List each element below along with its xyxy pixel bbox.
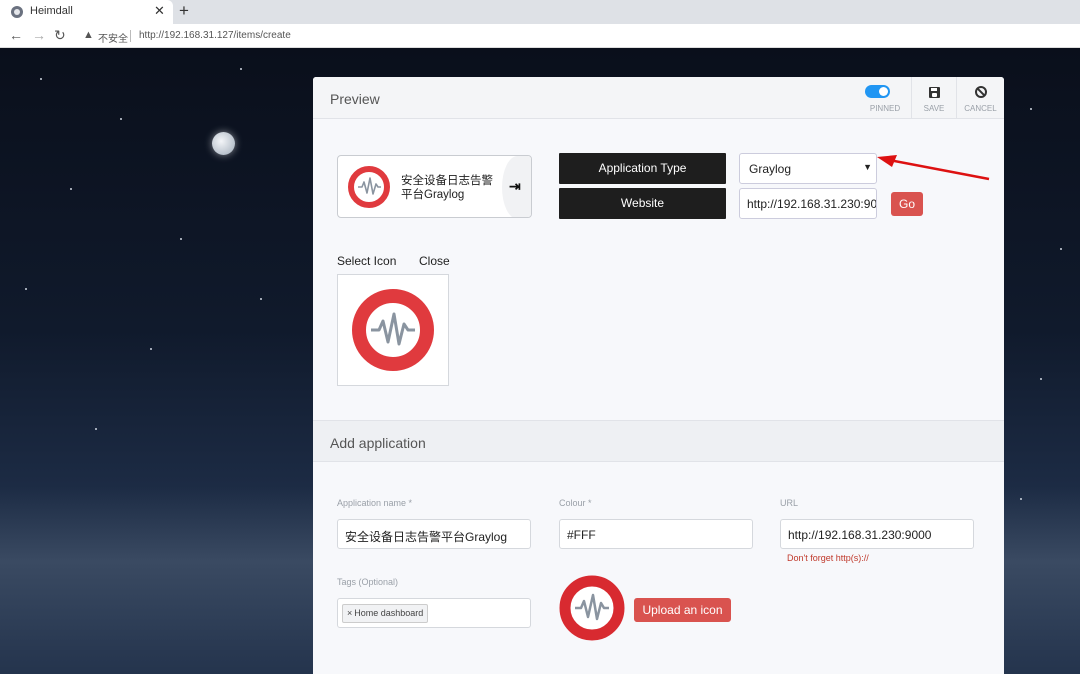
chevron-down-icon: ▼ <box>863 162 872 172</box>
browser-tab[interactable]: Heimdall ✕ <box>0 0 173 24</box>
close-link[interactable]: Close <box>419 254 450 268</box>
graylog-icon <box>559 575 625 641</box>
url-hint: Don't forget http(s):// <box>787 553 869 563</box>
star <box>1040 378 1042 380</box>
url-text[interactable]: http://192.168.31.127/items/create <box>139 30 291 41</box>
star <box>180 238 182 240</box>
application-type-value: Graylog <box>749 162 792 176</box>
star <box>1030 108 1032 110</box>
cancel-button[interactable]: CANCEL <box>956 77 1004 119</box>
star <box>150 348 152 350</box>
cancel-label: CANCEL <box>964 104 997 113</box>
application-type-label: Application Type <box>559 153 726 184</box>
heimdall-favicon-icon <box>11 6 23 18</box>
red-annotation-arrow-icon <box>877 155 990 181</box>
add-application-header: Add application <box>313 420 1004 462</box>
tab-close-icon[interactable]: ✕ <box>154 3 165 19</box>
browser-address-bar: ← → ↻ ▲ 不安全 http://192.168.31.127/items/… <box>0 24 1080 48</box>
add-application-title: Add application <box>330 435 426 451</box>
application-name-label: Application name * <box>337 498 413 508</box>
application-name-input[interactable]: 安全设备日志告警平台Graylog <box>337 519 531 549</box>
omnibox-divider <box>130 30 131 42</box>
application-type-select[interactable]: Graylog ▼ <box>739 153 877 184</box>
select-icon-link[interactable]: Select Icon <box>337 254 396 268</box>
save-disk-icon <box>929 87 940 98</box>
open-app-link[interactable]: ⇥ <box>502 156 531 217</box>
app-preview-tile[interactable]: 安全设备日志告警平台Graylog ⇥ <box>337 155 532 218</box>
tags-input[interactable]: × Home dashboard <box>337 598 531 628</box>
browser-tab-bar: Heimdall ✕ + <box>0 0 1080 24</box>
tab-title: Heimdall <box>30 5 73 17</box>
upload-icon-button[interactable]: Upload an icon <box>634 598 731 622</box>
star <box>40 78 42 80</box>
forward-arrow-icon[interactable]: → <box>32 27 46 43</box>
url-omnibox[interactable]: ▲ 不安全 http://192.168.31.127/items/create <box>74 25 1080 47</box>
cancel-ban-icon <box>975 86 987 98</box>
star <box>95 428 97 430</box>
tags-label: Tags (Optional) <box>337 577 399 587</box>
moon-image <box>212 132 235 155</box>
tag-label: Home dashboard <box>354 608 424 618</box>
star <box>260 298 262 300</box>
star <box>120 118 122 120</box>
go-button[interactable]: Go <box>891 192 923 216</box>
new-tab-button[interactable]: + <box>179 1 189 21</box>
star <box>240 68 242 70</box>
insecure-label: 不安全 <box>98 34 128 45</box>
back-arrow-icon[interactable]: ← <box>9 27 23 43</box>
star <box>1020 498 1022 500</box>
graylog-icon <box>352 289 434 371</box>
website-label: Website <box>559 188 726 219</box>
tag-chip: × Home dashboard <box>342 604 429 623</box>
colour-input[interactable]: #FFF <box>559 519 753 549</box>
preview-title: Preview <box>330 91 380 107</box>
star <box>25 288 27 290</box>
save-button[interactable]: SAVE <box>911 77 956 119</box>
reload-icon[interactable]: ↻ <box>54 27 66 44</box>
colour-label: Colour * <box>559 498 592 508</box>
pinned-label: PINNED <box>869 104 901 113</box>
toggle-switch-icon[interactable] <box>865 85 890 98</box>
tile-app-name: 安全设备日志告警平台Graylog <box>401 175 493 201</box>
item-create-panel: Preview PINNED SAVE CANCEL 安全设备日志告警平台Gra… <box>313 77 1004 674</box>
graylog-icon <box>348 166 390 208</box>
save-label: SAVE <box>923 104 945 113</box>
star <box>1060 248 1062 250</box>
icon-option[interactable] <box>337 274 449 386</box>
arrow-to-right-icon: ⇥ <box>509 178 521 194</box>
remove-tag-icon[interactable]: × <box>347 608 352 618</box>
star <box>70 188 72 190</box>
pinned-toggle[interactable]: PINNED <box>859 77 911 119</box>
warning-icon: ▲ <box>83 29 94 41</box>
website-input[interactable]: http://192.168.31.230:9000 <box>739 188 877 219</box>
preview-header: Preview PINNED SAVE CANCEL <box>313 77 1004 119</box>
url-input[interactable]: http://192.168.31.230:9000 <box>780 519 974 549</box>
url-label: URL <box>780 498 799 508</box>
